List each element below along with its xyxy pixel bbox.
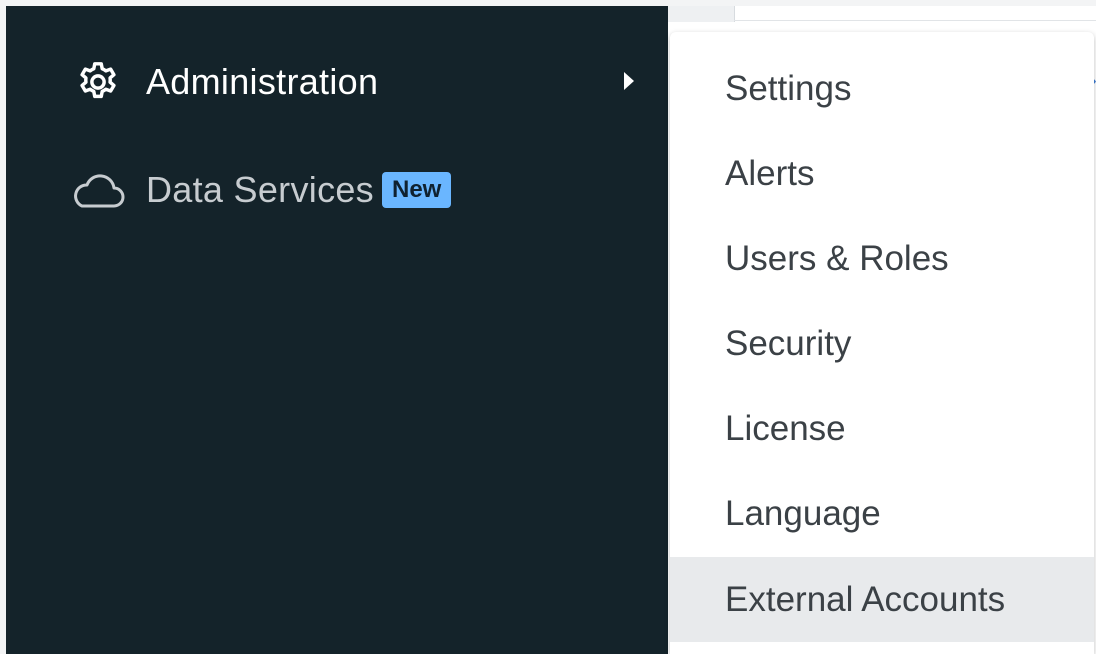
- submenu-item-label: Settings: [725, 68, 852, 108]
- submenu-item-language[interactable]: Language: [670, 471, 1094, 556]
- submenu-item-label: License: [725, 408, 846, 448]
- sidebar-item-label: Administration: [146, 61, 379, 102]
- submenu-item-label: External Accounts: [725, 579, 1006, 619]
- gear-icon: [70, 58, 126, 106]
- submenu-item-security[interactable]: Security: [670, 301, 1094, 386]
- background-panel: [668, 6, 735, 22]
- submenu-item-label: Language: [725, 493, 881, 533]
- submenu-item-alerts[interactable]: Alerts: [670, 131, 1094, 216]
- submenu-item-external-accounts[interactable]: External Accounts: [670, 557, 1094, 642]
- background-divider: [734, 20, 1096, 21]
- sidebar-item-administration[interactable]: Administration: [6, 52, 668, 112]
- submenu-item-users-roles[interactable]: Users & Roles: [670, 216, 1094, 301]
- sidebar-item-data-services[interactable]: Data Services New: [6, 160, 668, 220]
- submenu-item-label: Security: [725, 323, 852, 363]
- submenu-item-label: Alerts: [725, 153, 815, 193]
- app-frame: › Administration Data Services New: [0, 0, 1096, 654]
- chevron-right-icon: [624, 72, 634, 90]
- submenu-item-settings[interactable]: Settings: [670, 46, 1094, 131]
- submenu-item-label: Users & Roles: [725, 238, 949, 278]
- new-badge: New: [382, 172, 452, 208]
- sidebar: Administration Data Services New: [6, 6, 668, 654]
- administration-submenu: Settings Alerts Users & Roles Security L…: [670, 32, 1094, 654]
- submenu-item-license[interactable]: License: [670, 386, 1094, 471]
- sidebar-item-label: Data Services: [146, 169, 374, 210]
- cloud-icon: [70, 166, 126, 214]
